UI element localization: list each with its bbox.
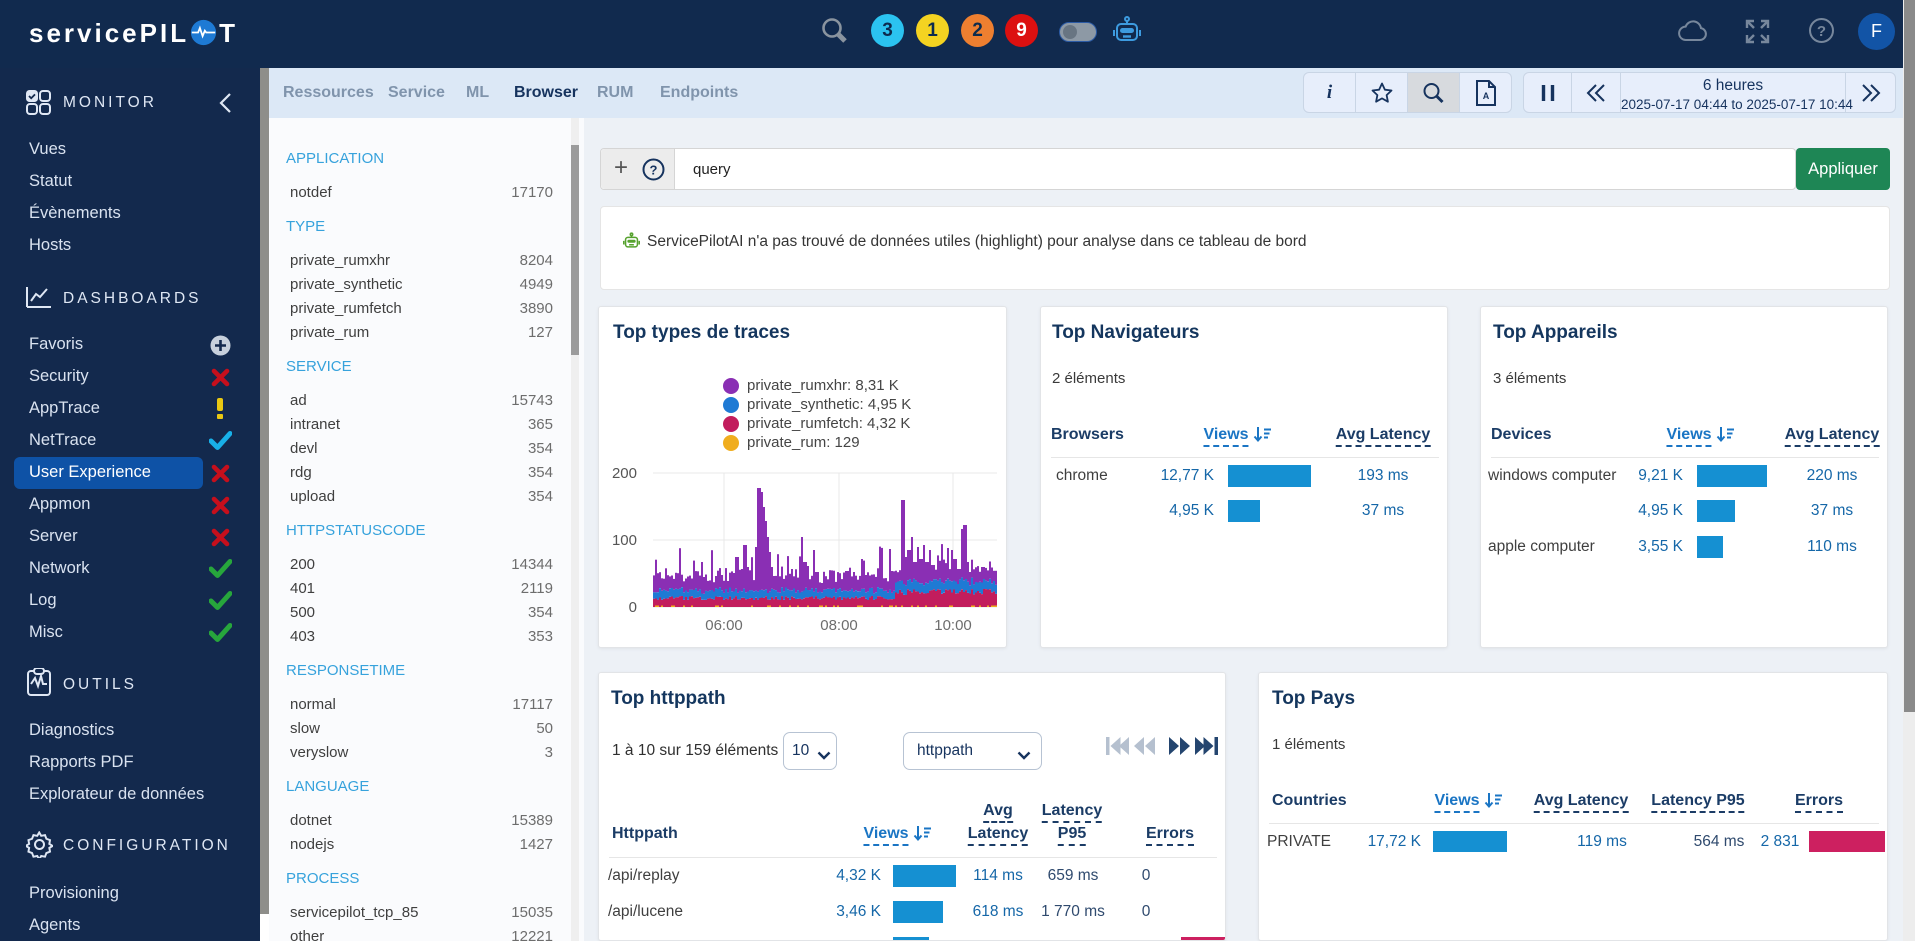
svg-text:?: ? (650, 163, 658, 178)
svg-text:A: A (1482, 91, 1489, 101)
svg-text:?: ? (1817, 23, 1826, 40)
